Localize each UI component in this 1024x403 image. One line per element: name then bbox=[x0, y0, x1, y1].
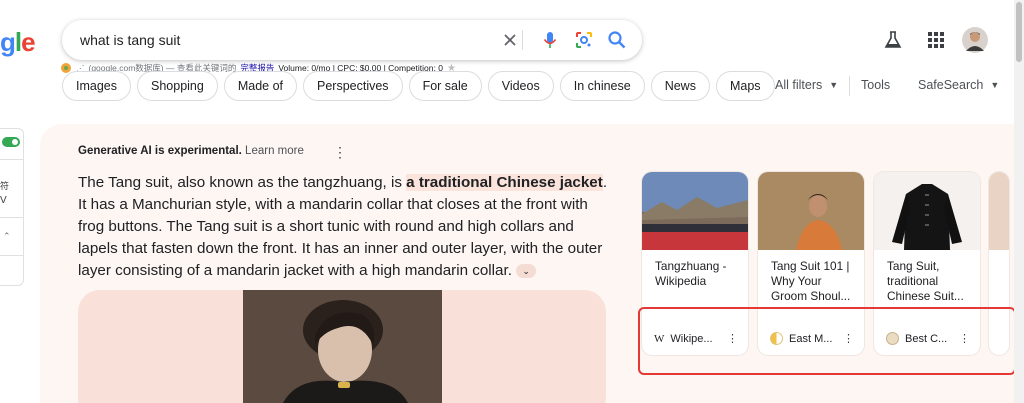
source-thumbnail bbox=[758, 172, 864, 250]
side-text: 符 bbox=[0, 181, 10, 191]
learn-more-link[interactable]: Learn more bbox=[245, 145, 304, 157]
expand-chevron-icon[interactable]: ⌄ bbox=[516, 263, 537, 278]
chevron-up-icon[interactable]: ⌃ bbox=[3, 231, 11, 242]
scrollbar-thumb[interactable] bbox=[1016, 2, 1022, 62]
labs-flask-icon[interactable] bbox=[883, 30, 903, 50]
side-text: V bbox=[0, 195, 7, 206]
more-options-icon[interactable]: ⋮ bbox=[333, 144, 347, 161]
ai-overview-header: Generative AI is experimental. Learn mor… bbox=[78, 145, 304, 157]
chip-images[interactable]: Images bbox=[62, 71, 131, 101]
apps-grid-icon[interactable] bbox=[927, 31, 945, 49]
google-logo[interactable]: gle bbox=[0, 27, 36, 58]
microphone-icon[interactable] bbox=[540, 30, 560, 50]
source-title: Tang Suit 101 | Why Your Groom Shoul... bbox=[771, 259, 851, 303]
caret-down-icon: ▼ bbox=[829, 80, 839, 90]
search-box[interactable]: what is tang suit bbox=[62, 20, 642, 60]
search-input[interactable]: what is tang suit bbox=[80, 32, 180, 48]
highlighted-phrase: a traditional Chinese jacket bbox=[406, 174, 603, 191]
chip-perspectives[interactable]: Perspectives bbox=[303, 71, 403, 101]
chip-in-chinese[interactable]: In chinese bbox=[559, 71, 645, 101]
chip-maps[interactable]: Maps bbox=[715, 71, 775, 101]
clear-icon[interactable] bbox=[500, 30, 520, 50]
chip-shopping[interactable]: Shopping bbox=[137, 71, 218, 101]
ai-overview-text: The Tang suit, also known as the tangzhu… bbox=[78, 174, 608, 279]
source-thumbnail bbox=[642, 172, 748, 250]
chip-videos[interactable]: Videos bbox=[487, 71, 554, 101]
portrait-image[interactable] bbox=[243, 290, 442, 403]
divider bbox=[522, 30, 523, 50]
annotation-highlight-box bbox=[638, 307, 1016, 375]
safesearch-button[interactable]: SafeSearch ▼ bbox=[918, 78, 999, 92]
source-title: Tang Suit, traditional Chinese Suit... bbox=[887, 259, 964, 303]
search-icon[interactable] bbox=[607, 30, 627, 50]
chip-made-of[interactable]: Made of bbox=[223, 71, 297, 101]
chip-for-sale[interactable]: For sale bbox=[408, 71, 482, 101]
toggle-switch[interactable] bbox=[2, 137, 20, 147]
tools-button[interactable]: Tools bbox=[861, 78, 890, 92]
side-panel: 符 V ⌃ bbox=[0, 128, 24, 286]
source-thumbnail bbox=[874, 172, 980, 250]
all-filters-button[interactable]: All filters ▼ bbox=[775, 78, 838, 92]
avatar[interactable] bbox=[962, 27, 988, 53]
divider bbox=[849, 76, 850, 96]
chip-news[interactable]: News bbox=[650, 71, 710, 101]
filter-chips: Images Shopping Made of Perspectives For… bbox=[62, 71, 775, 101]
source-title: Tangzhuang - Wikipedia bbox=[655, 259, 727, 288]
google-lens-icon[interactable] bbox=[574, 30, 594, 50]
caret-down-icon: ▼ bbox=[990, 80, 1000, 90]
